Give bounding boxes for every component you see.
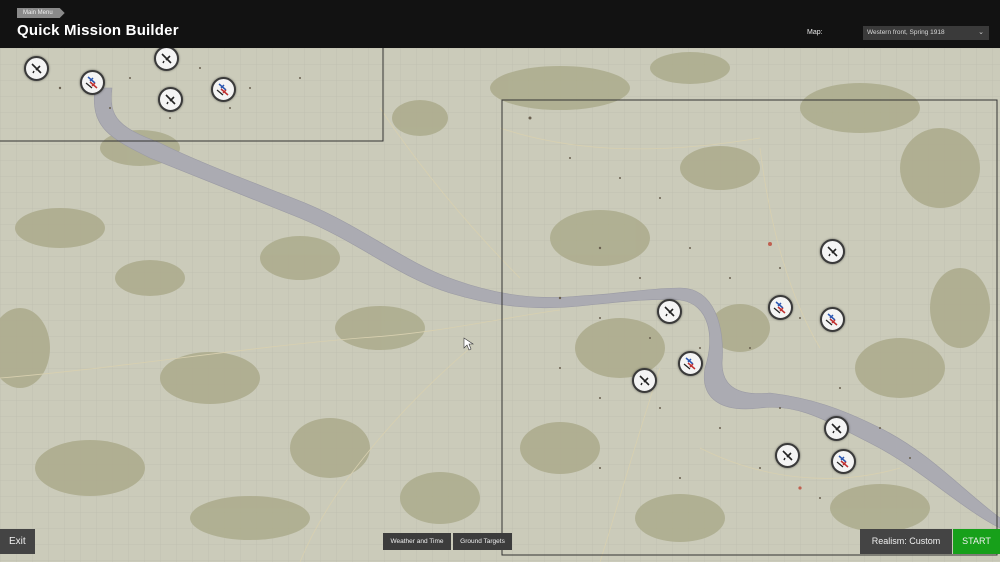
plane-group-icon <box>682 355 699 372</box>
exit-button[interactable]: Exit <box>0 529 35 554</box>
single-plane-icon <box>663 305 676 318</box>
map-label: Map: <box>807 29 823 36</box>
map-terrain <box>0 48 1000 562</box>
aircraft-group-marker[interactable] <box>211 77 236 102</box>
page-title: Quick Mission Builder <box>17 22 179 39</box>
plane-group-icon <box>824 311 841 328</box>
aircraft-marker[interactable] <box>775 443 800 468</box>
top-bar: Main Menu Quick Mission Builder Map: Wes… <box>0 0 1000 48</box>
single-plane-icon <box>30 62 43 75</box>
aircraft-group-marker[interactable] <box>831 449 856 474</box>
breadcrumb-main-menu[interactable]: Main Menu <box>17 8 65 18</box>
weather-and-time-button[interactable]: Weather and Time <box>383 533 451 550</box>
aircraft-marker[interactable] <box>24 56 49 81</box>
single-plane-icon <box>830 422 843 435</box>
mission-map[interactable] <box>0 48 1000 562</box>
plane-group-icon <box>84 74 101 91</box>
map-select-value: Western front, Spring 1918 <box>867 29 945 36</box>
aircraft-marker[interactable] <box>657 299 682 324</box>
single-plane-icon <box>638 374 651 387</box>
aircraft-marker[interactable] <box>820 239 845 264</box>
single-plane-icon <box>781 449 794 462</box>
ground-targets-button[interactable]: Ground Targets <box>453 533 512 550</box>
plane-group-icon <box>772 299 789 316</box>
single-plane-icon <box>160 52 173 65</box>
map-select[interactable]: Western front, Spring 1918 ⌄ <box>863 26 989 40</box>
aircraft-marker[interactable] <box>158 87 183 112</box>
plane-group-icon <box>835 453 852 470</box>
plane-group-icon <box>215 81 232 98</box>
aircraft-group-marker[interactable] <box>768 295 793 320</box>
single-plane-icon <box>826 245 839 258</box>
start-button[interactable]: START <box>953 529 1000 554</box>
aircraft-marker[interactable] <box>632 368 657 393</box>
aircraft-marker[interactable] <box>824 416 849 441</box>
realism-button[interactable]: Realism: Custom <box>860 529 952 554</box>
aircraft-group-marker[interactable] <box>678 351 703 376</box>
aircraft-group-marker[interactable] <box>820 307 845 332</box>
chevron-down-icon: ⌄ <box>978 29 984 36</box>
single-plane-icon <box>164 93 177 106</box>
aircraft-group-marker[interactable] <box>80 70 105 95</box>
